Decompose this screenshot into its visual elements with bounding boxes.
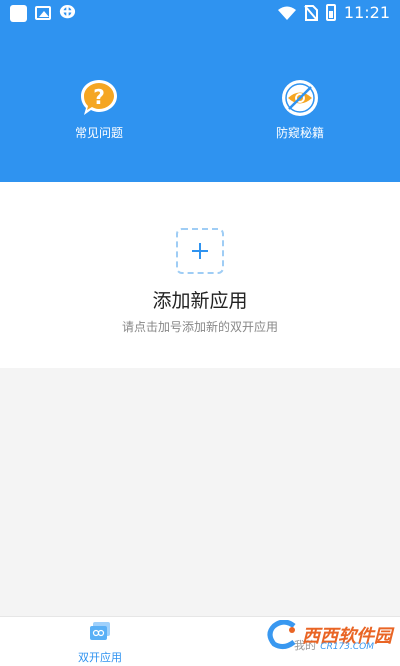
question-icon: ? xyxy=(79,78,119,118)
bug-notification-icon: ⴲ xyxy=(59,2,76,23)
add-app-hint: 请点击加号添加新的双开应用 xyxy=(121,320,278,334)
faq-label: 常见问题 xyxy=(74,126,123,140)
add-app-button[interactable] xyxy=(176,228,224,274)
svg-text:?: ? xyxy=(93,85,105,109)
site-watermark: 西西软件园 CR173.COM xyxy=(266,620,392,652)
no-sim-icon xyxy=(304,4,318,21)
watermark-logo-icon xyxy=(267,620,296,650)
dual-apps-icon xyxy=(90,622,110,640)
add-app-section: 添加新应用 请点击加号添加新的双开应用 xyxy=(0,182,400,368)
battery-icon xyxy=(325,4,336,21)
status-bar: ⴲ 11:21 xyxy=(0,0,400,28)
notification-square-icon xyxy=(10,4,27,22)
status-time: 11:21 xyxy=(343,3,390,22)
tab-dual-apps-label: 双开应用 xyxy=(78,651,122,664)
faq-button[interactable]: ? 常见问题 xyxy=(39,78,159,141)
plus-icon xyxy=(192,243,208,259)
watermark-url: CR173.COM xyxy=(320,642,374,652)
wifi-icon xyxy=(277,6,296,20)
no-peek-icon xyxy=(280,78,320,118)
privacy-tips-label: 防窥秘籍 xyxy=(275,126,324,140)
tab-dual-apps[interactable]: 双开应用 xyxy=(70,621,130,665)
privacy-tips-button[interactable]: 防窥秘籍 xyxy=(240,78,360,141)
image-notification-icon xyxy=(35,6,51,20)
add-app-title: 添加新应用 xyxy=(152,290,248,312)
header: ⴲ 11:21 ? 常见问题 防窥秘籍 xyxy=(0,0,400,182)
